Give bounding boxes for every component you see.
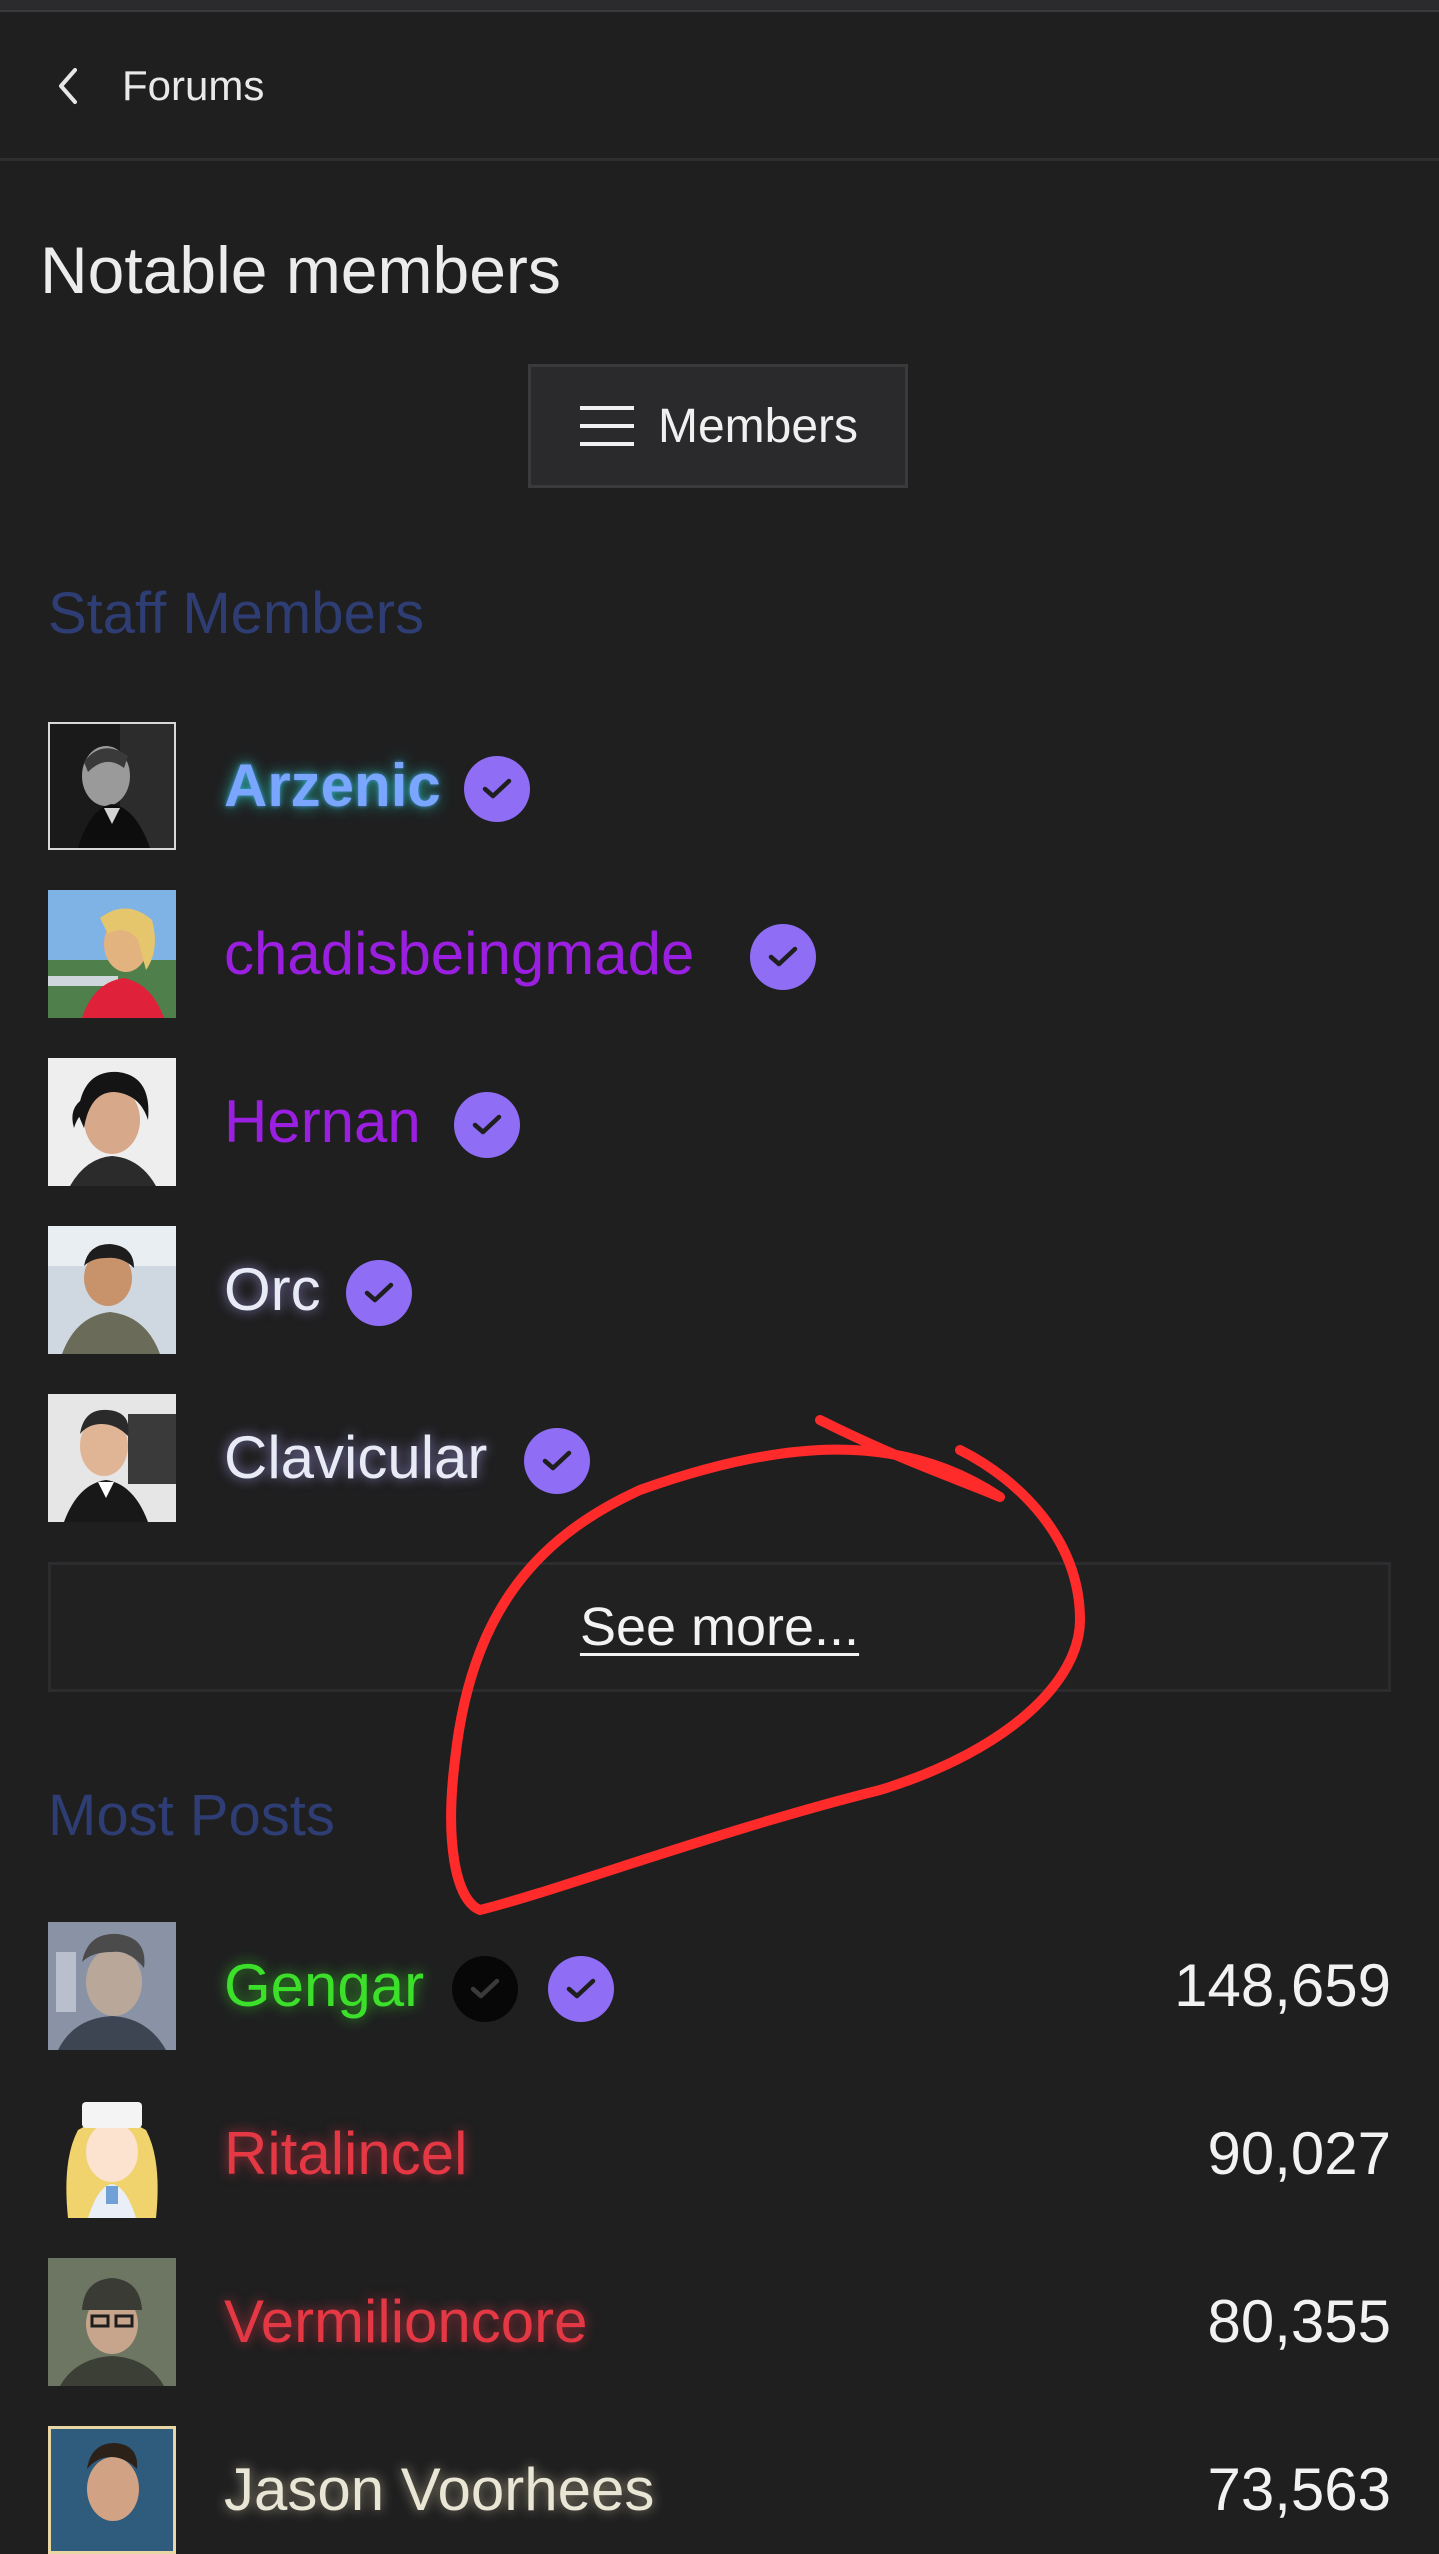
avatar[interactable] (48, 2426, 176, 2554)
avatar[interactable] (48, 2090, 176, 2218)
username[interactable]: Jason Voorhees (224, 2426, 654, 2554)
username[interactable]: Hernan (224, 1058, 421, 1186)
post-count: 90,027 (1207, 2120, 1391, 2187)
verified-check-icon (548, 1956, 614, 2022)
verified-check-icon (464, 756, 530, 822)
verified-check-icon (524, 1428, 590, 1494)
username[interactable]: Ritalincel (224, 2090, 467, 2218)
staff-member-row: Clavicular (48, 1394, 1391, 1522)
back-link-forums[interactable]: Forums (122, 58, 264, 114)
username[interactable]: Vermilioncore (224, 2258, 588, 2386)
staff-member-row: Arzenic (48, 722, 1391, 850)
username[interactable]: Clavicular (224, 1394, 487, 1522)
see-more-box: See more... (48, 1562, 1391, 1692)
avatar[interactable] (48, 1394, 176, 1522)
members-menu-button[interactable]: Members (528, 364, 908, 488)
post-count: 80,355 (1207, 2288, 1391, 2355)
username[interactable]: Arzenic (224, 722, 441, 850)
avatar[interactable] (48, 1226, 176, 1354)
page-title: Notable members (40, 233, 561, 307)
navigation-bar: Forums (0, 12, 1439, 161)
username[interactable]: chadisbeingmade (224, 890, 694, 1018)
staff-member-row: Orc (48, 1226, 1391, 1354)
members-menu-label: Members (657, 399, 859, 453)
username[interactable]: Orc (224, 1226, 321, 1354)
top-edge-bar (0, 0, 1439, 12)
post-count: 148,659 (1174, 1952, 1391, 2019)
avatar[interactable] (48, 890, 176, 1018)
see-more-link[interactable]: See more... (580, 1596, 859, 1658)
most-posts-heading[interactable]: Most Posts (48, 1776, 335, 1856)
staff-member-row: Hernan (48, 1058, 1391, 1186)
avatar[interactable] (48, 1058, 176, 1186)
verified-check-icon (346, 1260, 412, 1326)
username[interactable]: Gengar (224, 1922, 424, 2050)
most-posts-row: Ritalincel 90,027 (48, 2090, 1391, 2218)
black-check-icon (452, 1956, 518, 2022)
post-count: 73,563 (1207, 2456, 1391, 2523)
back-button[interactable] (40, 58, 96, 114)
most-posts-row: Vermilioncore 80,355 (48, 2258, 1391, 2386)
hamburger-icon (579, 406, 634, 446)
avatar[interactable] (48, 2258, 176, 2386)
most-posts-row: Gengar 148,659 (48, 1922, 1391, 2050)
verified-check-icon (750, 924, 816, 990)
avatar[interactable] (48, 722, 176, 850)
staff-members-heading[interactable]: Staff Members (48, 574, 424, 654)
staff-member-row: chadisbeingmade (48, 890, 1391, 1018)
chevron-left-icon (59, 68, 77, 104)
most-posts-row: Jason Voorhees 73,563 (48, 2426, 1391, 2554)
verified-check-icon (454, 1092, 520, 1158)
avatar[interactable] (48, 1922, 176, 2050)
